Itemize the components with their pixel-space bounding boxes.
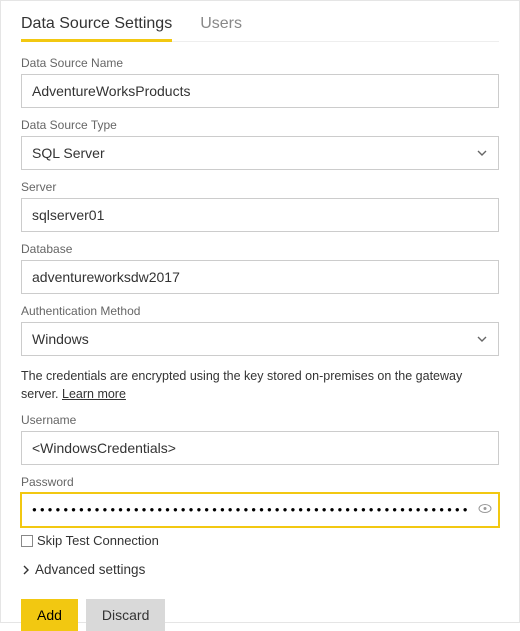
discard-button[interactable]: Discard bbox=[86, 599, 165, 631]
data-source-settings-panel: Data Source Settings Users Data Source N… bbox=[0, 0, 520, 623]
tab-users[interactable]: Users bbox=[200, 9, 242, 41]
label-password: Password bbox=[21, 475, 499, 489]
data-source-type-select[interactable]: SQL Server bbox=[21, 136, 499, 170]
username-input[interactable]: <WindowsCredentials> bbox=[21, 431, 499, 465]
add-button[interactable]: Add bbox=[21, 599, 78, 631]
skip-test-connection-checkbox[interactable] bbox=[21, 535, 33, 547]
credentials-note: The credentials are encrypted using the … bbox=[21, 368, 499, 403]
database-input[interactable]: adventureworksdw2017 bbox=[21, 260, 499, 294]
chevron-right-icon bbox=[21, 565, 31, 575]
label-data-source-name: Data Source Name bbox=[21, 56, 499, 70]
label-server: Server bbox=[21, 180, 499, 194]
tab-data-source-settings[interactable]: Data Source Settings bbox=[21, 9, 172, 41]
skip-test-connection-label: Skip Test Connection bbox=[37, 533, 159, 548]
data-source-name-input[interactable]: AdventureWorksProducts bbox=[21, 74, 499, 108]
auth-method-value: Windows bbox=[32, 331, 89, 347]
label-data-source-type: Data Source Type bbox=[21, 118, 499, 132]
button-row: Add Discard bbox=[21, 599, 499, 631]
server-input[interactable]: sqlserver01 bbox=[21, 198, 499, 232]
chevron-down-icon bbox=[476, 147, 488, 159]
data-source-type-value: SQL Server bbox=[32, 145, 105, 161]
skip-test-connection-row: Skip Test Connection bbox=[21, 533, 499, 548]
reveal-password-icon[interactable] bbox=[478, 503, 492, 518]
advanced-settings-label: Advanced settings bbox=[35, 562, 145, 577]
password-mask: ●●●●●●●●●●●●●●●●●●●●●●●●●●●●●●●●●●●●●●●●… bbox=[32, 503, 468, 517]
advanced-settings-toggle[interactable]: Advanced settings bbox=[21, 562, 499, 577]
auth-method-select[interactable]: Windows bbox=[21, 322, 499, 356]
label-auth-method: Authentication Method bbox=[21, 304, 499, 318]
password-input[interactable]: ●●●●●●●●●●●●●●●●●●●●●●●●●●●●●●●●●●●●●●●●… bbox=[21, 493, 499, 527]
learn-more-link[interactable]: Learn more bbox=[62, 387, 126, 401]
label-username: Username bbox=[21, 413, 499, 427]
tab-bar: Data Source Settings Users bbox=[21, 9, 499, 42]
chevron-down-icon bbox=[476, 333, 488, 345]
label-database: Database bbox=[21, 242, 499, 256]
